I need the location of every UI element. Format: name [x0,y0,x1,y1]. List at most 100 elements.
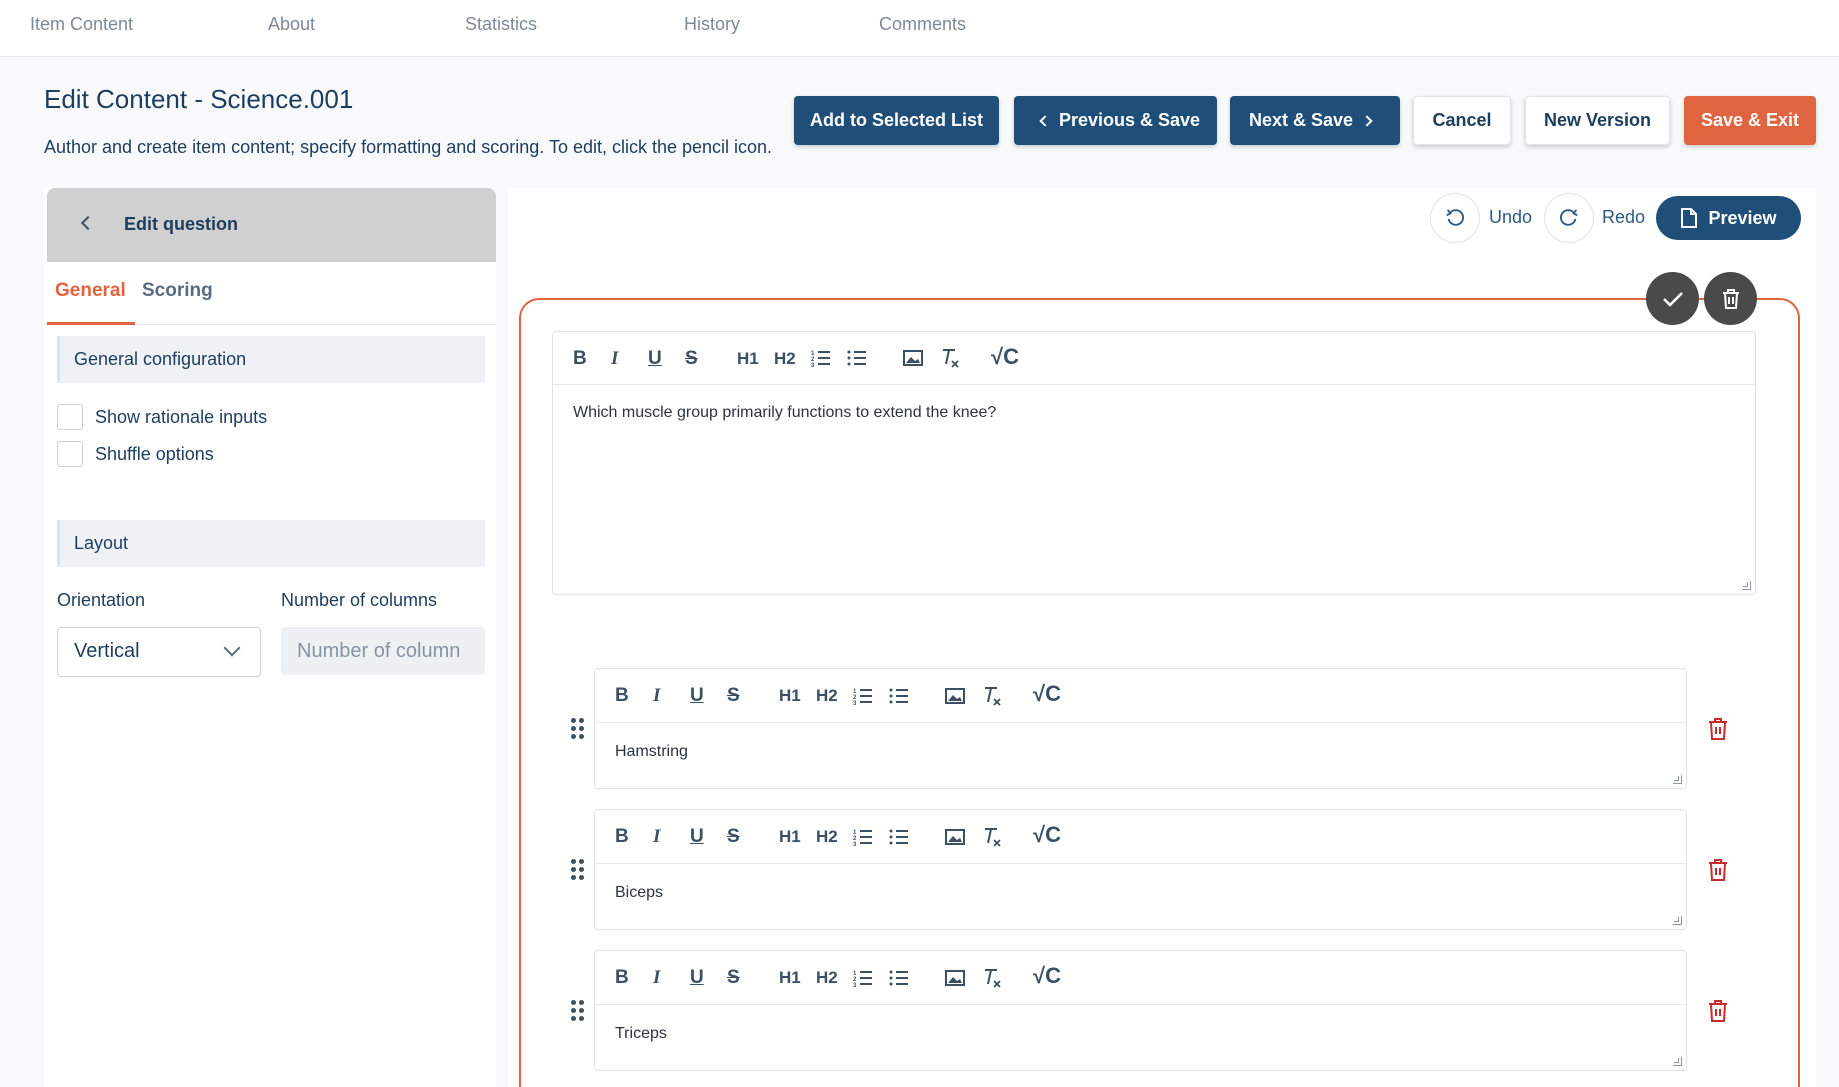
ordered-list-icon[interactable]: 123 [853,687,873,705]
edit-question-header: Edit question [47,188,496,262]
bullet-list-icon[interactable] [889,828,909,846]
question-stem-editor[interactable]: B I U S H1 H2 123 √C Which muscle group … [552,331,1756,595]
cancel-button[interactable]: Cancel [1413,96,1511,145]
save-and-exit-label: Save & Exit [1700,110,1800,130]
redo-label[interactable]: Redo [1602,207,1645,228]
option-editor-biceps[interactable]: B I U S H1 H2 123 √C Biceps [594,809,1687,930]
heading-1-button[interactable]: H1 [779,968,801,988]
underline-button[interactable]: U [690,685,704,707]
image-icon[interactable] [945,828,965,846]
tab-general[interactable]: General [55,280,126,302]
active-tab-indicator [47,322,135,325]
delete-option-trash-icon[interactable] [1707,717,1729,741]
bullet-list-icon[interactable] [889,969,909,987]
heading-1-button[interactable]: H1 [779,686,801,706]
general-configuration-heading: General configuration [74,349,247,369]
back-chevron-icon[interactable] [80,215,96,231]
option-toolbar: B I U S H1 H2 123 √C [595,951,1686,1005]
general-configuration-section: General configuration [57,336,485,383]
document-icon [1681,208,1698,228]
number-of-columns-input[interactable] [281,627,485,675]
drag-handle-icon[interactable] [571,859,585,881]
resize-handle-icon[interactable] [1742,581,1751,590]
heading-1-button[interactable]: H1 [779,827,801,847]
confirm-button[interactable] [1646,272,1699,325]
ordered-list-icon[interactable]: 123 [853,828,873,846]
bold-button[interactable]: B [615,685,629,707]
save-and-exit-button[interactable]: Save & Exit [1684,96,1816,145]
italic-button[interactable]: I [611,348,618,370]
strikethrough-button[interactable]: S [727,685,740,707]
redo-button[interactable] [1544,193,1594,243]
italic-button[interactable]: I [653,967,660,989]
clear-format-icon[interactable] [981,826,1003,848]
italic-button[interactable]: I [653,826,660,848]
question-editor-panel: Undo Redo Preview B I U S H1 H2 123 √C W… [508,188,1816,1087]
tab-history[interactable]: History [684,14,740,35]
strikethrough-button[interactable]: S [727,967,740,989]
delete-option-trash-icon[interactable] [1707,999,1729,1023]
resize-handle-icon[interactable] [1673,775,1682,784]
ordered-list-icon[interactable]: 123 [811,349,831,367]
option-editor-triceps[interactable]: B I U S H1 H2 123 √C Triceps [594,950,1687,1071]
new-version-label: New Version [1543,110,1652,130]
previous-and-save-button[interactable]: Previous & Save [1014,96,1217,145]
underline-button[interactable]: U [648,348,662,370]
heading-2-button[interactable]: H2 [816,968,838,988]
strikethrough-button[interactable]: S [685,348,698,370]
orientation-select[interactable]: Vertical [57,627,261,677]
drag-handle-icon[interactable] [571,718,585,740]
formula-button[interactable]: √C [1033,822,1061,848]
formula-button[interactable]: √C [1033,681,1061,707]
option-text: Hamstring [615,743,688,760]
bold-button[interactable]: B [573,348,587,370]
shuffle-options-row: Shuffle options [57,440,214,468]
underline-button[interactable]: U [690,826,704,848]
next-and-save-button[interactable]: Next & Save [1230,96,1400,145]
image-icon[interactable] [945,969,965,987]
tab-comments[interactable]: Comments [879,14,966,35]
image-icon[interactable] [945,687,965,705]
show-rationale-row: Show rationale inputs [57,403,267,431]
previous-and-save-label: Previous & Save [1058,110,1201,130]
tab-scoring[interactable]: Scoring [142,280,213,302]
drag-handle-icon[interactable] [571,1000,585,1022]
new-version-button[interactable]: New Version [1525,96,1670,145]
cancel-label: Cancel [1432,110,1492,130]
preview-button[interactable]: Preview [1656,196,1801,240]
formula-button[interactable]: √C [1033,963,1061,989]
shuffle-options-checkbox[interactable] [57,441,83,467]
strikethrough-button[interactable]: S [727,826,740,848]
bold-button[interactable]: B [615,826,629,848]
formula-button[interactable]: √C [991,344,1019,370]
undo-label[interactable]: Undo [1489,207,1532,228]
option-toolbar: B I U S H1 H2 123 √C [595,810,1686,864]
tab-about[interactable]: About [268,14,315,35]
delete-question-button[interactable] [1704,272,1757,325]
option-editor-hamstring[interactable]: B I U S H1 H2 123 √C Hamstring [594,668,1687,789]
clear-format-icon[interactable] [981,967,1003,989]
add-to-selected-list-button[interactable]: Add to Selected List [794,96,999,145]
undo-button[interactable] [1430,193,1480,243]
page-description: Author and create item content; specify … [44,137,773,157]
bold-button[interactable]: B [615,967,629,989]
heading-2-button[interactable]: H2 [774,349,796,369]
tab-statistics[interactable]: Statistics [465,14,537,35]
resize-handle-icon[interactable] [1673,1057,1682,1066]
show-rationale-checkbox[interactable] [57,404,83,430]
delete-option-trash-icon[interactable] [1707,858,1729,882]
italic-button[interactable]: I [653,685,660,707]
underline-button[interactable]: U [690,967,704,989]
heading-2-button[interactable]: H2 [816,686,838,706]
tab-item-content[interactable]: Item Content [30,14,133,35]
bullet-list-icon[interactable] [889,687,909,705]
svg-text:3: 3 [853,983,857,987]
heading-1-button[interactable]: H1 [737,349,759,369]
clear-format-icon[interactable] [939,347,961,369]
ordered-list-icon[interactable]: 123 [853,969,873,987]
resize-handle-icon[interactable] [1673,916,1682,925]
heading-2-button[interactable]: H2 [816,827,838,847]
clear-format-icon[interactable] [981,685,1003,707]
image-icon[interactable] [903,349,923,367]
bullet-list-icon[interactable] [847,349,867,367]
